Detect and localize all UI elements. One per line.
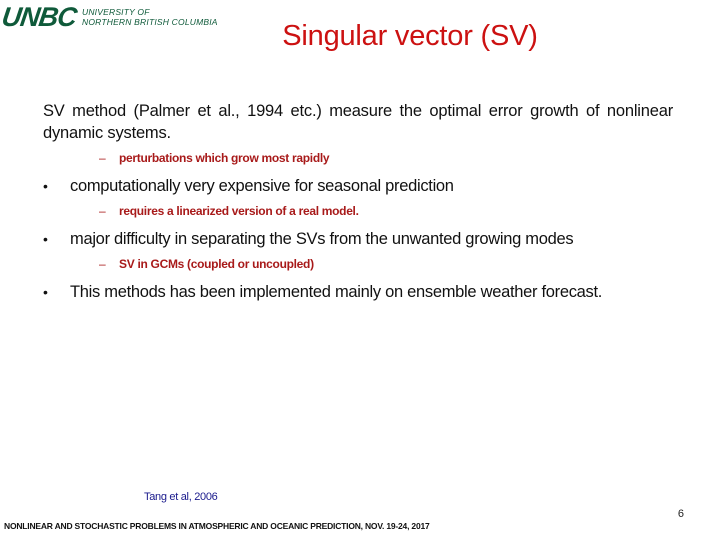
slide-title: Singular vector (SV) xyxy=(282,20,538,52)
logo-line-1: UNIVERSITY OF xyxy=(82,7,150,17)
sub-point-text: perturbations which grow most rapidly xyxy=(119,151,330,165)
sub-point-text: requires a linearized version of a real … xyxy=(119,204,359,218)
bullet-item: • computationally very expensive for sea… xyxy=(43,175,673,197)
sub-point: – SV in GCMs (coupled or uncoupled) xyxy=(99,257,673,271)
bullet-marker: • xyxy=(43,178,48,194)
sub-point: – perturbations which grow most rapidly xyxy=(99,151,673,165)
dash-marker: – xyxy=(99,151,106,165)
sub-point-text: SV in GCMs (coupled or uncoupled) xyxy=(119,257,314,271)
page-number: 6 xyxy=(677,508,684,520)
logo-mark: UNBC xyxy=(0,2,79,32)
bullet-text: major difficulty in separating the SVs f… xyxy=(70,230,574,248)
dash-marker: – xyxy=(99,257,106,271)
bullet-marker: • xyxy=(43,231,48,247)
sub-point: – requires a linearized version of a rea… xyxy=(99,204,673,218)
bullet-item: • major difficulty in separating the SVs… xyxy=(43,228,673,250)
bullet-text: This methods has been implemented mainly… xyxy=(70,283,603,301)
footer-text: NONLINEAR AND STOCHASTIC PROBLEMS IN ATM… xyxy=(4,521,430,531)
intro-paragraph: SV method (Palmer et al., 1994 etc.) mea… xyxy=(43,102,673,142)
bullet-item: • This methods has been implemented main… xyxy=(43,281,673,303)
bullet-text: computationally very expensive for seaso… xyxy=(70,177,454,195)
bullet-marker: • xyxy=(43,284,48,300)
dash-marker: – xyxy=(99,204,106,218)
citation: Tang et al, 2006 xyxy=(144,491,218,503)
slide-body: SV method (Palmer et al., 1994 etc.) mea… xyxy=(43,100,673,303)
